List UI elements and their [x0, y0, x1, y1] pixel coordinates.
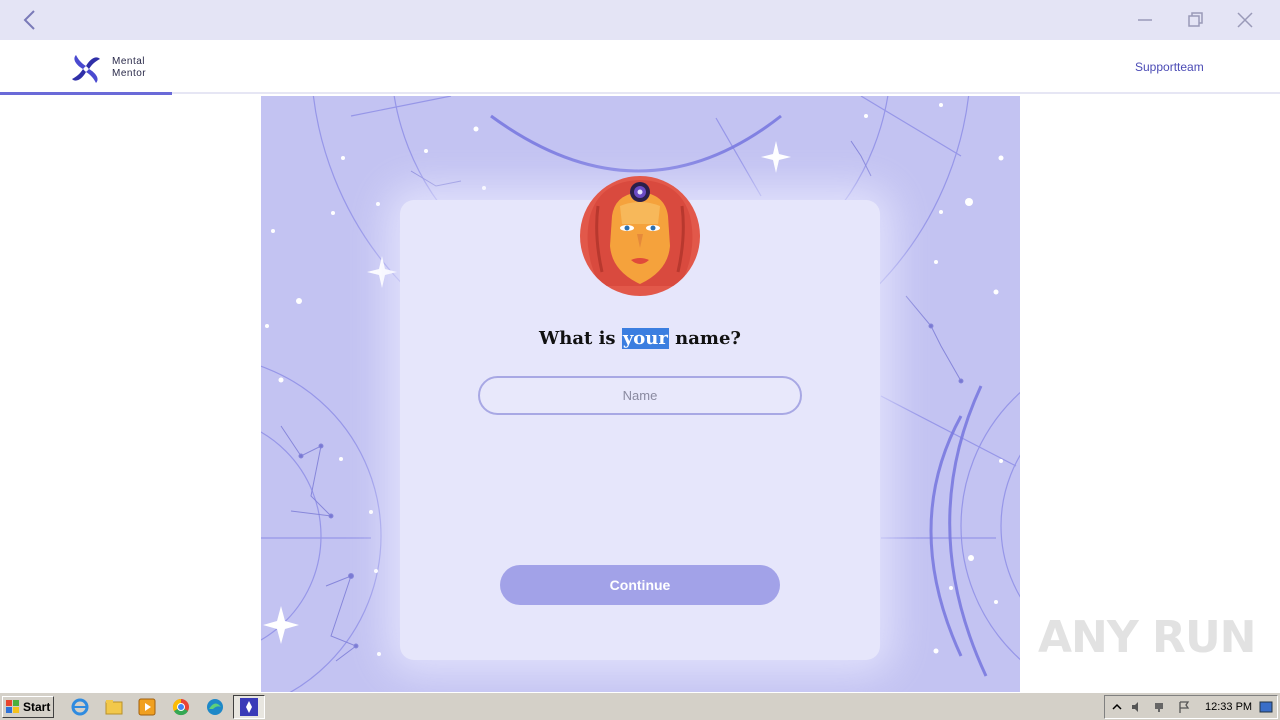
minimize-icon[interactable]	[1133, 8, 1157, 32]
anyrun-watermark: ANY RUN	[1038, 612, 1256, 663]
taskbar: Start 12:33 PM	[0, 692, 1280, 720]
internet-explorer-icon[interactable]	[70, 697, 90, 717]
chevron-left-icon[interactable]	[18, 8, 42, 32]
support-team-link[interactable]: Supportteam	[1135, 60, 1204, 74]
show-desktop-icon[interactable]	[1259, 700, 1273, 714]
show-hidden-icons-icon[interactable]	[1110, 700, 1124, 714]
mental-mentor-logo-icon	[72, 55, 100, 83]
continue-button[interactable]: Continue	[500, 565, 780, 605]
app-header	[0, 40, 1280, 94]
mentor-avatar	[580, 176, 700, 296]
volume-icon[interactable]	[1130, 700, 1144, 714]
question-highlighted-word: your	[621, 328, 669, 349]
network-icon[interactable]	[1153, 700, 1167, 714]
windows-logo-icon	[6, 700, 19, 713]
file-explorer-icon[interactable]	[104, 697, 124, 717]
name-question: What is your name?	[400, 328, 880, 349]
onboarding-progress-bar	[0, 92, 172, 95]
restore-icon[interactable]	[1183, 8, 1207, 32]
taskbar-active-app[interactable]	[233, 695, 265, 719]
start-button[interactable]: Start	[2, 696, 54, 718]
chrome-icon[interactable]	[171, 697, 191, 717]
start-label: Start	[23, 700, 51, 714]
name-input[interactable]	[478, 376, 802, 415]
media-player-icon[interactable]	[137, 697, 157, 717]
app-name-line2: Mentor	[112, 68, 147, 79]
system-tray: 12:33 PM	[1104, 695, 1278, 719]
window-titlebar	[0, 0, 1280, 40]
close-icon[interactable]	[1233, 8, 1257, 32]
app-name: Mental Mentor	[112, 56, 146, 80]
mental-mentor-app-icon	[240, 698, 258, 716]
question-end: name?	[668, 328, 741, 349]
name-card: What is your name? Continue	[400, 176, 880, 660]
app-name-line1: Mental	[112, 56, 146, 67]
edge-icon[interactable]	[205, 697, 225, 717]
taskbar-clock: 12:33 PM	[1205, 701, 1253, 713]
question-start: What is	[539, 328, 622, 349]
action-center-flag-icon[interactable]	[1177, 700, 1191, 714]
onboarding-stage: What is your name? Continue	[261, 96, 1020, 692]
